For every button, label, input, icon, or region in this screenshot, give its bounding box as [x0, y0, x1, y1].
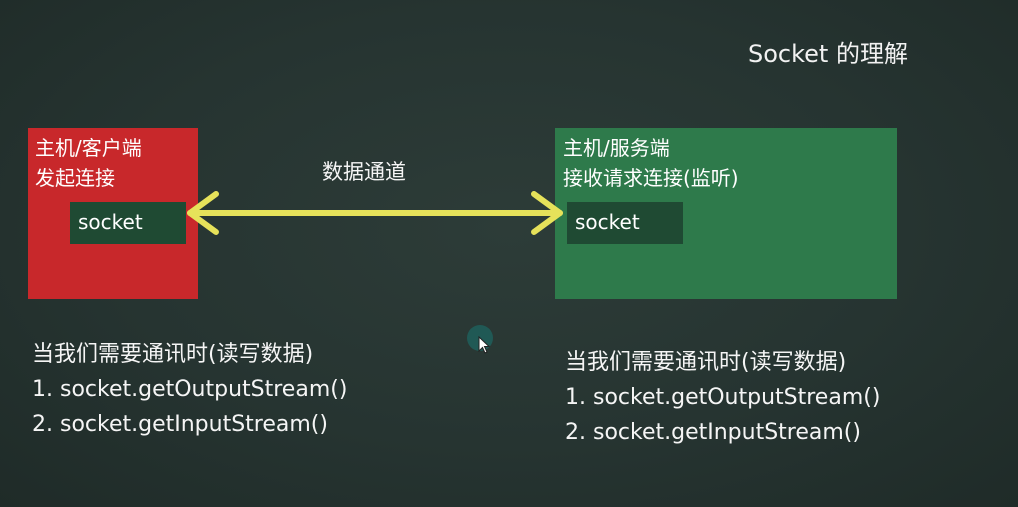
server-host-box: 主机/服务端 接收请求连接(监听) socket: [555, 128, 897, 299]
server-host-label: 主机/服务端: [563, 136, 670, 160]
client-steps-block: 当我们需要通讯时(读写数据) 1. socket.getOutputStream…: [32, 337, 347, 442]
server-step-input-stream: 2. socket.getInputStream(): [565, 420, 861, 445]
client-host-box: 主机/客户端 发起连接 socket: [28, 128, 198, 299]
server-steps-heading: 当我们需要通讯时(读写数据): [565, 350, 847, 375]
client-step-output-stream: 1. socket.getOutputStream(): [32, 377, 348, 402]
data-channel-label: 数据通道: [322, 160, 406, 184]
slide-title: Socket 的理解: [748, 40, 908, 68]
double-arrow-icon: [187, 191, 563, 235]
server-steps-block: 当我们需要通讯时(读写数据) 1. socket.getOutputStream…: [565, 345, 880, 450]
client-socket-label: socket: [78, 210, 143, 234]
server-socket-chip: socket: [567, 202, 683, 244]
server-step-output-stream: 1. socket.getOutputStream(): [565, 385, 881, 410]
slide-canvas: Socket 的理解 主机/客户端 发起连接 socket 主机/服务端 接收请…: [0, 0, 1018, 507]
client-host-label: 主机/客户端: [35, 136, 142, 160]
server-socket-label: socket: [575, 210, 640, 234]
client-role-label: 发起连接: [35, 166, 115, 190]
mouse-pointer-icon: [478, 336, 491, 354]
client-steps-heading: 当我们需要通讯时(读写数据): [32, 342, 314, 367]
client-socket-chip: socket: [70, 202, 186, 244]
server-role-label: 接收请求连接(监听): [563, 166, 739, 190]
client-step-input-stream: 2. socket.getInputStream(): [32, 412, 328, 437]
